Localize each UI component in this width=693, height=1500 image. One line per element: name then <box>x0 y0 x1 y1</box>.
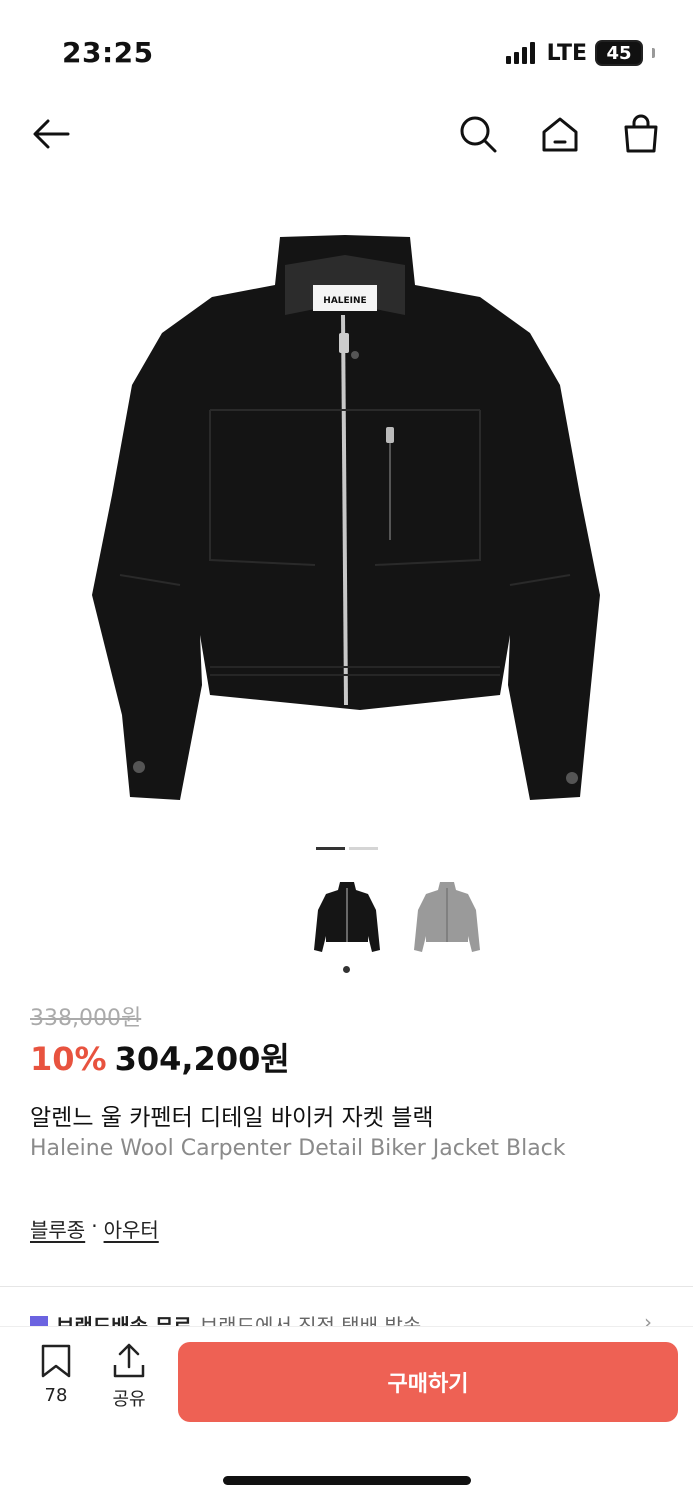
jacket-thumbnail-black <box>314 882 380 952</box>
brand-label: HALEINE <box>323 296 366 306</box>
share-icon <box>113 1343 145 1378</box>
color-thumbnails <box>310 874 484 958</box>
status-time: 23:25 <box>62 36 154 69</box>
signal-icon <box>505 42 535 64</box>
jacket-thumbnail-gray <box>414 882 480 952</box>
product-title-english: Haleine Wool Carpenter Detail Biker Jack… <box>30 1136 566 1161</box>
home-button[interactable] <box>536 110 584 158</box>
buy-button[interactable]: 구매하기 <box>178 1342 678 1422</box>
battery-icon: 45 <box>595 40 643 66</box>
bottom-action-bar: 78 공유 구매하기 <box>0 1326 693 1500</box>
search-icon <box>460 116 497 153</box>
thumbnail-black[interactable] <box>310 874 384 958</box>
category-link-blouson[interactable]: 블루종 <box>30 1214 85 1243</box>
jacket-image: HALEINE <box>92 235 600 800</box>
status-bar: 23:25 LTE 45 <box>0 0 693 100</box>
price-row: 10% 304,200원 <box>30 1034 290 1080</box>
network-label: LTE <box>546 40 587 66</box>
search-button[interactable] <box>454 110 502 158</box>
share-label: 공유 <box>112 1389 146 1410</box>
arrow-left-icon <box>33 119 70 149</box>
cart-button[interactable] <box>617 110 665 158</box>
battery-cap <box>652 48 655 58</box>
home-icon <box>542 117 578 152</box>
category-separator: · <box>91 1214 98 1238</box>
top-nav <box>0 104 693 164</box>
category-link-outer[interactable]: 아우터 <box>104 1214 159 1243</box>
pager-dot <box>349 847 378 850</box>
category-breadcrumb: 블루종 · 아우터 <box>30 1214 159 1243</box>
selected-thumbnail-dot <box>343 966 350 973</box>
home-indicator <box>223 1476 471 1485</box>
sale-price: 304,200원 <box>114 1040 290 1078</box>
battery-level: 45 <box>606 42 632 64</box>
bookmark-count: 78 <box>44 1385 68 1406</box>
share-button[interactable]: 공유 <box>99 1343 159 1411</box>
discount-rate: 10% <box>30 1040 107 1078</box>
product-image[interactable]: HALEINE <box>60 205 633 815</box>
shopping-bag-icon <box>624 114 658 153</box>
back-button[interactable] <box>27 110 75 158</box>
status-indicators: LTE 45 <box>505 40 655 66</box>
section-divider <box>0 1286 693 1287</box>
pager-dot-active <box>316 847 345 850</box>
bookmark-button[interactable]: 78 <box>26 1343 86 1406</box>
carousel-pager <box>316 847 378 850</box>
bookmark-icon <box>41 1344 71 1378</box>
original-price: 338,000원 <box>30 1006 142 1031</box>
product-title-korean: 알렌느 울 카펜터 디테일 바이커 자켓 블랙 <box>30 1105 434 1131</box>
thumbnail-gray[interactable] <box>410 874 484 958</box>
